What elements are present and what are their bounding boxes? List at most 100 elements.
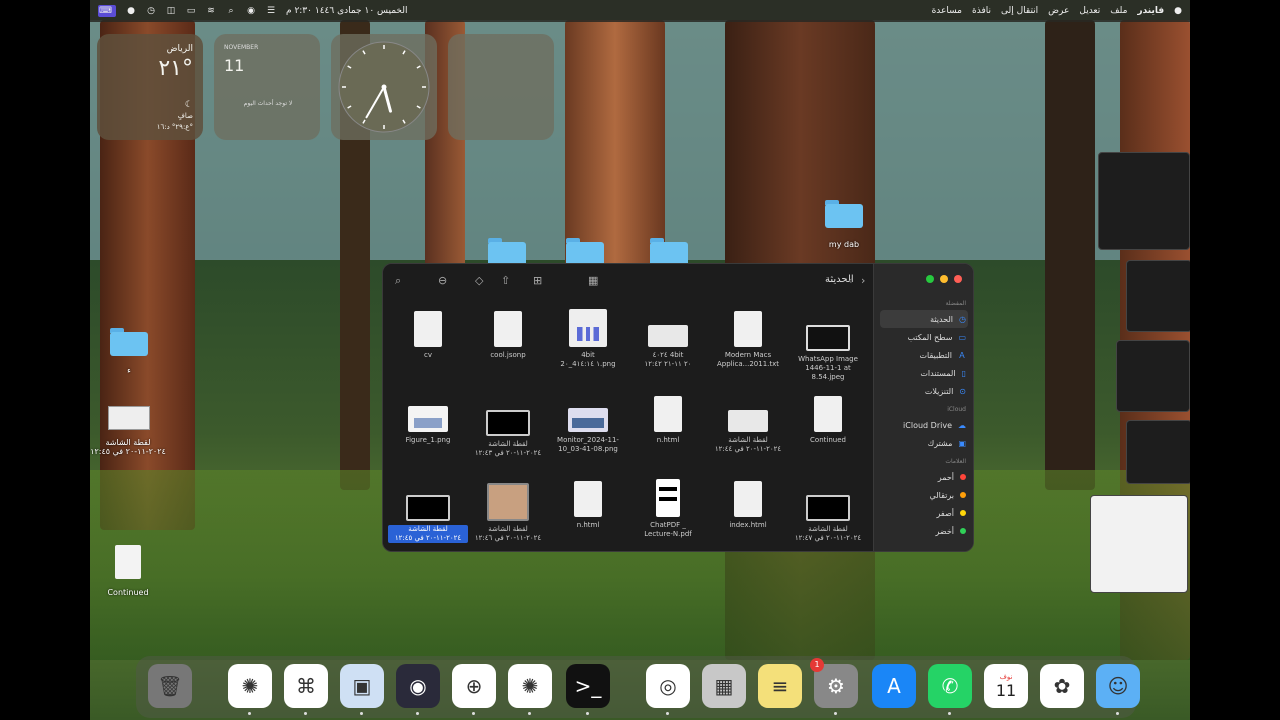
stage-manager-window[interactable] [1116,340,1190,412]
file-thumbnail [814,396,842,432]
keyboard-icon[interactable]: ⌨ [98,5,116,17]
running-indicator [1116,712,1119,715]
spotlight-icon[interactable]: ⌕ [226,6,236,16]
dock-chatgpt-icon[interactable]: ✺ [228,664,272,708]
apple-logo-icon[interactable]: ● [1174,6,1182,16]
stage-manager-window[interactable] [1126,420,1190,484]
sidebar-item-icloud-drive[interactable]: iCloud Drive ☁ [874,416,973,434]
file-item[interactable]: Modern Macs Applica...2011.txt [708,309,788,387]
control-center-icon[interactable]: ☰ [266,6,276,16]
file-item[interactable]: Figure_1.png [388,394,468,472]
desktop-screenshot[interactable] [108,406,150,430]
sidebar-label: التطبيقات [919,350,952,360]
file-item[interactable]: cv [388,309,468,387]
cloud-icon: ☁ [958,420,966,430]
finder-sidebar: المفضلة الحديثة ◷ سطح المكتب ▭ التطبيقات Ａ … [873,264,973,551]
stage-manager-window[interactable] [1126,260,1190,332]
search-icon[interactable]: ⌕ [395,274,401,288]
desktop-folder-my-dab[interactable] [825,200,863,228]
dock-whatsapp-icon[interactable]: ✆ [928,664,972,708]
stage-manager-window[interactable] [1090,495,1188,593]
dock-photos-icon[interactable]: ✿ [1040,664,1084,708]
clock-widget[interactable] [331,34,437,140]
empty-widget[interactable] [448,34,554,140]
dock-vscode-icon[interactable]: ⌘ [284,664,328,708]
file-label: WhatsApp Image 1446-11-1 at 8.54.jpeg [798,355,858,381]
dock-calendar-icon[interactable]: نوف 11 [984,664,1028,708]
file-item[interactable]: Continued [788,394,868,472]
battery-icon[interactable]: ▭ [186,6,196,16]
menu-finder[interactable]: فايندر [1137,6,1164,16]
menu-help[interactable]: مساعدة [932,6,962,16]
file-item[interactable]: لقطة الشاشة ٢٠٢٤-١١-٢٠ في ١٢:٤٤ [708,394,788,472]
file-item[interactable]: ChatPDF _ Lecture-N.pdf [628,479,708,551]
menu-window[interactable]: نافذة [972,6,991,16]
file-item[interactable]: Monitor_2024-11- 10_03-41-08.png [548,394,628,472]
dock-launchpad-icon[interactable]: ▦ [702,664,746,708]
view-icon[interactable]: ▦ [588,274,598,287]
tag-icon[interactable]: ◇ [475,274,483,287]
calendar-widget[interactable]: NOVEMBER 11 لا توجد أحداث اليوم [214,34,320,140]
file-label: Figure_1.png [405,436,451,444]
desktop-folder[interactable] [488,238,526,266]
close-button[interactable] [954,275,962,283]
desktop-folder[interactable] [110,328,148,356]
dock-terminal-icon[interactable]: >_ [566,664,610,708]
dock-chatgpt-2-icon[interactable]: ✺ [508,664,552,708]
sidebar-label: أحمر [937,472,954,482]
file-item[interactable]: لقطة الشاشة ٢٠٢٤-١١-٢٠ في ١٢:٤٧ [788,479,868,551]
file-item[interactable]: لقطة الشاشة ٢٠٢٤-١١-٢٠ في ١٢:٤٦ [468,479,548,551]
dock-safari-icon[interactable]: ⊕ [452,664,496,708]
group-icon[interactable]: ⊞ [533,274,542,287]
menu-view[interactable]: عرض [1048,6,1069,16]
sidebar-item-recents[interactable]: الحديثة ◷ [880,310,968,328]
sidebar-tag-yellow[interactable]: أصفر [874,504,973,522]
sidebar-tag-red[interactable]: أحمر [874,468,973,486]
menu-go[interactable]: انتقال إلى [1001,6,1038,16]
sidebar-item-applications[interactable]: التطبيقات Ａ [874,346,973,364]
dock-trash-icon[interactable]: 🗑 [148,664,192,708]
sidebar-item-downloads[interactable]: التنزيلات ⊙ [874,382,973,400]
clock-icon[interactable]: ◷ [146,6,156,16]
zoom-button[interactable] [926,275,934,283]
sidebar-item-documents[interactable]: المستندات ▯ [874,364,973,382]
file-item[interactable]: لقطة الشاشة ٢٠٢٤-١١-٢٠ في ١٢:٤٥ [388,479,468,551]
menu-file[interactable]: ملف [1110,6,1127,16]
desktop-folder[interactable] [650,238,688,266]
sidebar-item-shared[interactable]: مشترك ▣ [874,434,973,452]
dock-quicktime-icon[interactable]: ◉ [396,664,440,708]
menu-edit[interactable]: تعديل [1079,6,1100,16]
file-item[interactable]: ٤٠٢٤ 4bit ٢٠ ١١-٢١ ١٢:٤٢ [628,309,708,387]
share-icon[interactable]: ⇧ [501,274,510,287]
wifi-icon[interactable]: ≋ [206,6,216,16]
stage-manager-window[interactable] [1098,152,1190,250]
desktop-file[interactable] [115,545,141,579]
file-item[interactable]: n.html [548,479,628,551]
menu-clock[interactable]: الخميس ١٠ جمادى ١٤٤٦ ٢:٣٠ م [286,6,407,16]
file-item[interactable]: index.html [708,479,788,551]
file-item[interactable]: cool.jsonp [468,309,548,387]
dock-finder-icon[interactable]: ☺ [1096,664,1140,708]
sidebar-item-desktop[interactable]: سطح المكتب ▭ [874,328,973,346]
siri-icon[interactable]: ◉ [246,6,256,16]
dock-notes-icon[interactable]: ≡ [758,664,802,708]
file-item[interactable]: 4bit 2٠_4١ ١٤:١٤.png [548,309,628,387]
more-icon[interactable]: ⊖ [438,274,447,287]
forward-icon[interactable]: › [861,274,865,287]
minimize-button[interactable] [940,275,948,283]
screen-record-icon[interactable]: ◫ [166,6,176,16]
file-item[interactable]: WhatsApp Image 1446-11-1 at 8.54.jpeg [788,309,868,387]
back-icon[interactable]: ‹ [848,274,852,287]
weather-city: الرياض [166,44,193,54]
file-item[interactable]: n.html [628,394,708,472]
sidebar-tag-green[interactable]: أخضر [874,522,973,540]
dock-app-store-icon[interactable]: A [872,664,916,708]
document-icon: ▯ [961,368,966,378]
file-item[interactable]: لقطة الشاشة ٢٠٢٤-١١-٢٠ في ١٢:٤٣ [468,394,548,472]
dock-chrome-icon[interactable]: ◎ [646,664,690,708]
sidebar-tag-orange[interactable]: برتقالي [874,486,973,504]
dock-preview-icon[interactable]: ▣ [340,664,384,708]
desktop-folder[interactable] [566,238,604,266]
weather-widget[interactable]: الرياض ٢١° ☾ صافٍ ع:٢٩° د:١٦° [97,34,203,140]
focus-icon[interactable]: ● [126,6,136,16]
